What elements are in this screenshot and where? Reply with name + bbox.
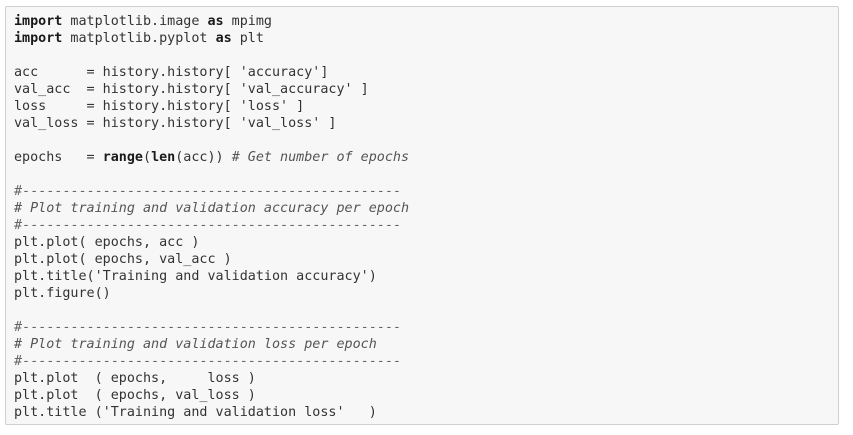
code-line: plt.plot ( epochs, loss ) — [14, 370, 409, 387]
code-text: ] — [320, 116, 337, 131]
code-line: loss = history.history[ 'loss' ] — [14, 98, 409, 115]
code-divider: #---------------------------------------… — [14, 320, 401, 335]
code-block[interactable]: import matplotlib.image as mpimg import m… — [14, 13, 409, 421]
code-builtin: range — [102, 150, 143, 165]
code-line: plt.plot ( epochs, val_loss ) — [14, 387, 409, 404]
code-text: val_loss = history.history[ — [14, 116, 240, 131]
code-line: acc = history.history[ 'accuracy'] — [14, 64, 409, 81]
code-string: 'loss' — [239, 99, 289, 114]
code-line: #---------------------------------------… — [14, 319, 409, 336]
code-text: mpimg — [223, 14, 272, 29]
code-line: #---------------------------------------… — [14, 217, 409, 234]
code-line: plt.figure() — [14, 285, 409, 302]
code-text: epochs = — [14, 150, 103, 165]
code-text: loss = history.history[ — [14, 99, 240, 114]
code-text: ) — [344, 405, 377, 420]
code-text: val_acc = history.history[ — [14, 82, 240, 97]
code-line: #---------------------------------------… — [14, 353, 409, 370]
code-cell[interactable]: import matplotlib.image as mpimg import m… — [5, 6, 839, 425]
code-divider: #---------------------------------------… — [14, 184, 401, 199]
code-text: plt.figure() — [14, 286, 111, 301]
code-text: ( — [143, 150, 152, 165]
code-divider: #---------------------------------------… — [14, 354, 401, 369]
code-line: plt.plot( epochs, acc ) — [14, 234, 409, 251]
code-keyword: as — [207, 14, 224, 29]
code-line: val_acc = history.history[ 'val_accuracy… — [14, 81, 409, 98]
code-line: import matplotlib.pyplot as plt — [14, 30, 409, 47]
code-comment: # Plot training and validation accuracy … — [14, 201, 410, 216]
code-line: # Plot training and validation loss per … — [14, 336, 409, 353]
code-divider: #---------------------------------------… — [14, 218, 401, 233]
code-keyword: as — [215, 31, 232, 46]
code-builtin: len — [151, 150, 176, 165]
code-text: plt.plot( epochs, val_acc ) — [14, 252, 232, 267]
code-text: plt.plot ( epochs, loss ) — [14, 371, 256, 386]
code-line: import matplotlib.image as mpimg — [14, 13, 409, 30]
code-string: 'accuracy' — [239, 65, 321, 80]
code-line: plt.title ('Training and validation loss… — [14, 404, 409, 421]
code-string: 'val_loss' — [239, 116, 321, 131]
code-text: matplotlib.pyplot — [62, 31, 216, 46]
code-string: 'val_accuracy' — [239, 82, 353, 97]
code-line: #---------------------------------------… — [14, 183, 409, 200]
code-string: 'Training and validation accuracy' — [94, 269, 369, 284]
code-line: epochs = range(len(acc)) # Get number of… — [14, 149, 409, 166]
code-string: 'Training and validation loss' — [102, 405, 345, 420]
code-text: plt.title( — [14, 269, 95, 284]
code-line: plt.title('Training and validation accur… — [14, 268, 409, 285]
code-comment: # Get number of epochs — [231, 150, 410, 165]
code-text: (acc)) — [175, 150, 232, 165]
code-text: plt — [231, 31, 264, 46]
code-text: plt.plot( epochs, acc ) — [14, 235, 200, 250]
code-line: # Plot training and validation accuracy … — [14, 200, 409, 217]
code-text: acc = history.history[ — [14, 65, 240, 80]
code-text: ] — [352, 82, 369, 97]
code-text: plt.plot ( epochs, val_loss ) — [14, 388, 256, 403]
code-text: ] — [320, 65, 329, 80]
code-comment: # Plot training and validation loss per … — [14, 337, 377, 352]
code-line: plt.plot( epochs, val_acc ) — [14, 251, 409, 268]
code-text: ] — [288, 99, 305, 114]
code-line: val_loss = history.history[ 'val_loss' ] — [14, 115, 409, 132]
code-keyword: import — [14, 14, 63, 29]
code-text: ) — [368, 269, 377, 284]
code-keyword: import — [14, 31, 63, 46]
code-text: matplotlib.image — [62, 14, 208, 29]
code-text: plt.title ( — [14, 405, 103, 420]
